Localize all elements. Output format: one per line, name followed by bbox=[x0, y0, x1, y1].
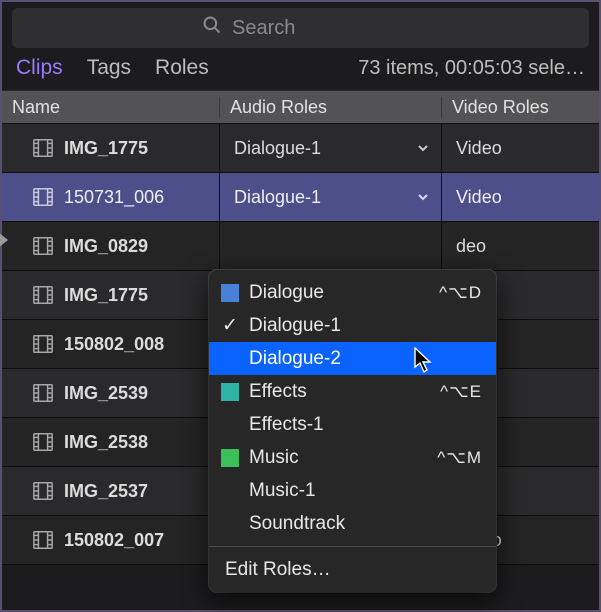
film-icon bbox=[32, 137, 54, 159]
checkmark-icon: ✓ bbox=[221, 314, 239, 337]
clip-name: IMG_1775 bbox=[64, 138, 148, 159]
chevron-down-icon bbox=[415, 140, 431, 156]
keyboard-shortcut: ^⌥E bbox=[440, 382, 482, 402]
menu-item-music-1[interactable]: Music-1 bbox=[209, 474, 496, 507]
film-icon bbox=[32, 382, 54, 404]
film-icon bbox=[32, 333, 54, 355]
film-icon bbox=[32, 284, 54, 306]
audio-role-menu: Dialogue ^⌥D ✓ Dialogue-1 Dialogue-2 Eff… bbox=[209, 270, 496, 592]
header-audio[interactable]: Audio Roles bbox=[220, 97, 442, 118]
film-icon bbox=[32, 431, 54, 453]
tab-tags[interactable]: Tags bbox=[87, 56, 131, 80]
audio-role-value: Dialogue-1 bbox=[234, 138, 321, 159]
audio-role-dropdown[interactable]: Dialogue-1 bbox=[234, 187, 431, 208]
playhead-indicator-icon bbox=[0, 232, 8, 248]
role-color-swatch bbox=[221, 284, 239, 302]
film-icon bbox=[32, 529, 54, 551]
menu-item-label: Music-1 bbox=[249, 480, 316, 502]
clip-name: 150731_006 bbox=[64, 187, 164, 208]
clip-name: IMG_2538 bbox=[64, 432, 148, 453]
audio-role-dropdown[interactable]: Dialogue-1 bbox=[234, 138, 431, 159]
clip-name: 150802_007 bbox=[64, 530, 164, 551]
header-name[interactable]: Name bbox=[2, 97, 220, 118]
chevron-down-icon bbox=[415, 189, 431, 205]
menu-item-label: Dialogue-2 bbox=[249, 348, 341, 370]
film-icon bbox=[32, 186, 54, 208]
film-icon bbox=[32, 235, 54, 257]
menu-item-label: Soundtrack bbox=[249, 513, 345, 535]
menu-item-dialogue[interactable]: Dialogue ^⌥D bbox=[209, 276, 496, 309]
table-row[interactable]: IMG_0829 deo bbox=[2, 222, 599, 271]
table-row[interactable]: 150731_006 Dialogue-1 Video bbox=[2, 173, 599, 222]
role-color-swatch bbox=[221, 383, 239, 401]
menu-item-label: Dialogue bbox=[249, 282, 324, 304]
menu-item-label: Effects-1 bbox=[249, 414, 324, 436]
keyboard-shortcut: ^⌥M bbox=[437, 448, 482, 468]
menu-item-label: Edit Roles… bbox=[225, 559, 331, 581]
menu-item-label: Effects bbox=[249, 381, 307, 403]
audio-role-value: Dialogue-1 bbox=[234, 187, 321, 208]
clip-name: IMG_2537 bbox=[64, 481, 148, 502]
filter-tabs: Clips Tags Roles 73 items, 00:05:03 sele… bbox=[2, 56, 599, 90]
video-role-value: Video bbox=[456, 187, 502, 208]
video-role-value: deo bbox=[456, 236, 486, 257]
menu-item-soundtrack[interactable]: Soundtrack bbox=[209, 507, 496, 540]
menu-item-edit-roles[interactable]: Edit Roles… bbox=[209, 553, 496, 586]
tab-clips[interactable]: Clips bbox=[16, 56, 63, 80]
column-headers: Name Audio Roles Video Roles bbox=[2, 90, 599, 124]
table-row[interactable]: IMG_1775 Dialogue-1 Video bbox=[2, 124, 599, 173]
keyboard-shortcut: ^⌥D bbox=[439, 283, 482, 303]
menu-item-label: Dialogue-1 bbox=[249, 315, 341, 337]
header-video[interactable]: Video Roles bbox=[442, 97, 599, 118]
search-icon bbox=[202, 15, 222, 41]
video-role-value: Video bbox=[456, 138, 502, 159]
menu-item-effects-1[interactable]: Effects-1 bbox=[209, 408, 496, 441]
clip-name: IMG_2539 bbox=[64, 383, 148, 404]
clip-name: IMG_1775 bbox=[64, 285, 148, 306]
film-icon bbox=[32, 480, 54, 502]
search-field[interactable]: Search bbox=[12, 8, 589, 48]
menu-item-effects[interactable]: Effects ^⌥E bbox=[209, 375, 496, 408]
clip-name: IMG_0829 bbox=[64, 236, 148, 257]
clip-name: 150802_008 bbox=[64, 334, 164, 355]
menu-separator bbox=[209, 546, 496, 547]
menu-item-label: Music bbox=[249, 447, 299, 469]
mouse-cursor-icon bbox=[413, 347, 435, 375]
role-color-swatch bbox=[221, 449, 239, 467]
search-placeholder: Search bbox=[232, 17, 295, 40]
selection-status: 73 items, 00:05:03 sele… bbox=[358, 57, 585, 80]
menu-item-dialogue-2[interactable]: Dialogue-2 bbox=[209, 342, 496, 375]
menu-item-dialogue-1[interactable]: ✓ Dialogue-1 bbox=[209, 309, 496, 342]
tab-roles[interactable]: Roles bbox=[155, 56, 209, 80]
menu-item-music[interactable]: Music ^⌥M bbox=[209, 441, 496, 474]
